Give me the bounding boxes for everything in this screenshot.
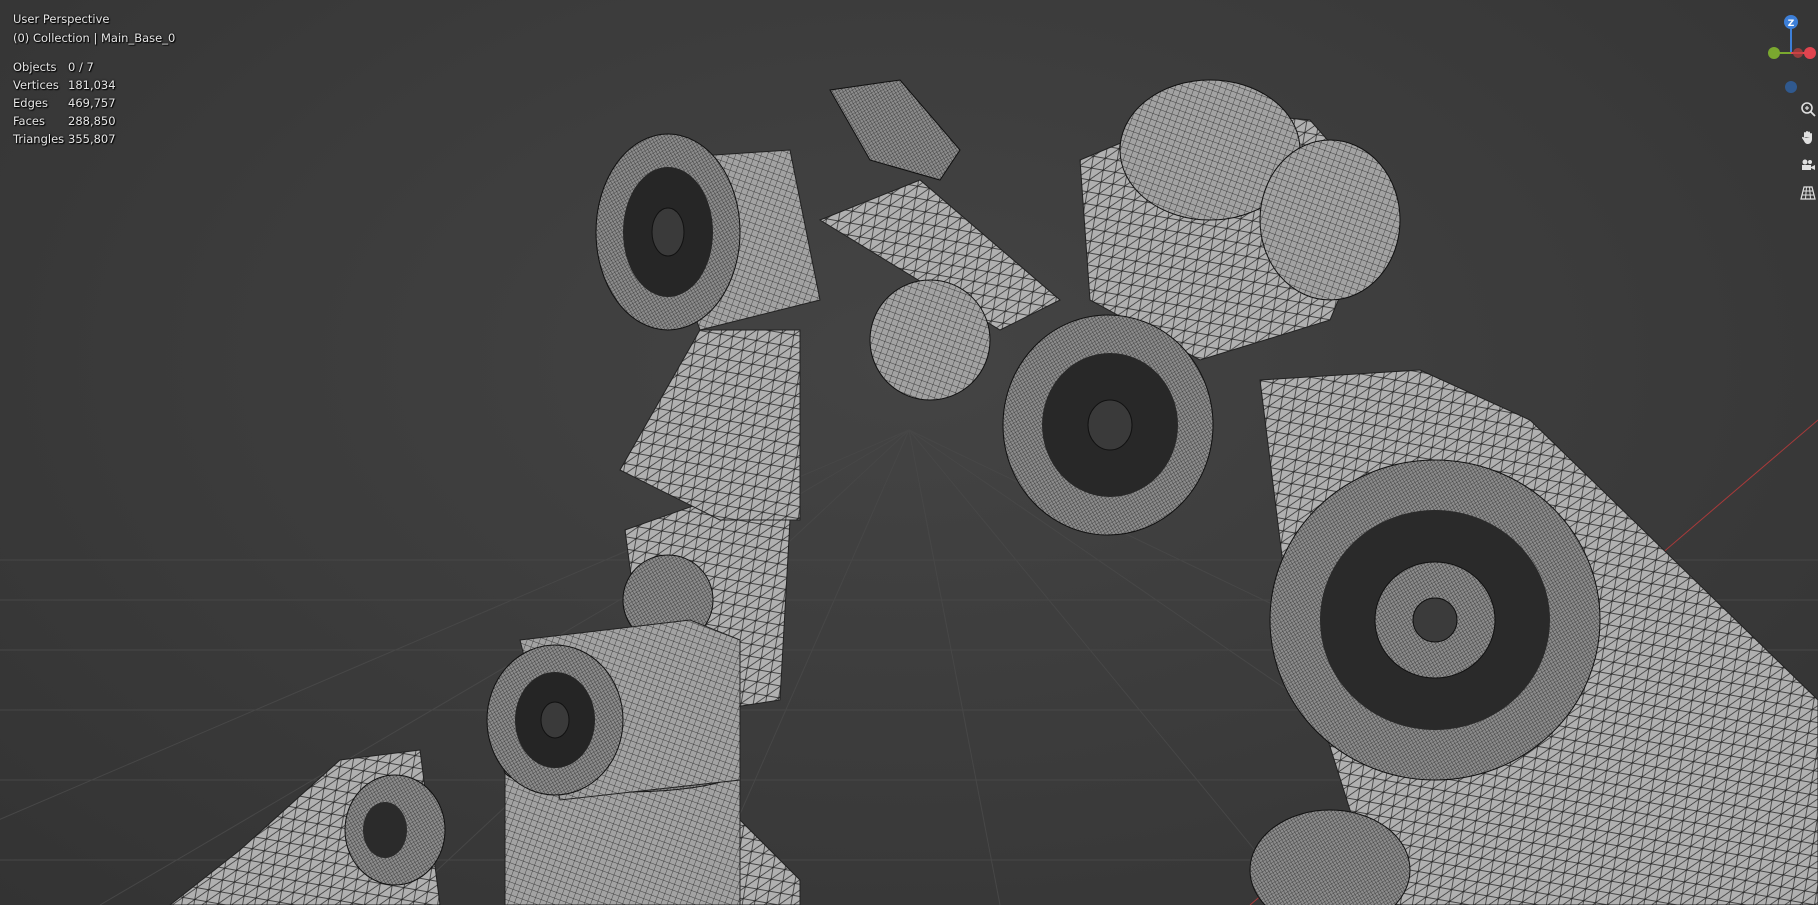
stat-value: 288,850 [68,114,116,128]
robot-right-arm [1249,369,1818,905]
stat-label: Edges [13,96,48,110]
zoom-icon[interactable] [1798,96,1818,122]
stat-label: Triangles [13,132,65,146]
stat-value: 355,807 [68,132,116,146]
stat-label: Objects [13,60,57,74]
gizmo-neg-z-axis [1785,81,1797,93]
scene-render [0,79,1818,905]
hand-pan-icon[interactable] [1798,124,1818,150]
stat-row-faces: Faces 288,850 [13,114,116,132]
robot-upper-joint-left [595,79,1061,401]
stat-value: 181,034 [68,78,116,92]
gizmo-neg-y-axis [1793,48,1803,58]
gizmo-y-axis [1768,47,1780,59]
stat-row-triangles: Triangles 355,807 [13,132,116,150]
stat-row-vertices: Vertices 181,034 [13,78,116,96]
grid-perspective-icon[interactable] [1798,180,1818,206]
navigation-gizmo[interactable]: Z [1746,8,1818,108]
stat-row-objects: Objects 0 / 7 [13,60,116,78]
gizmo-z-label: Z [1788,19,1795,29]
stat-row-edges: Edges 469,757 [13,96,116,114]
collection-info-label: (0) Collection | Main_Base_0 [13,31,176,45]
stat-label: Vertices [13,78,59,92]
camera-icon[interactable] [1798,152,1818,178]
3d-viewport[interactable]: User Perspective (0) Collection | Main_B… [0,0,1818,905]
gizmo-x-axis [1804,47,1816,59]
view-name-label: User Perspective [13,12,110,26]
stat-label: Faces [13,114,45,128]
robot-lower-arm [486,329,801,801]
stat-value: 0 / 7 [68,60,94,74]
statistics-overlay: Objects 0 / 7 Vertices 181,034 Edges 469… [13,60,116,150]
stat-value: 469,757 [68,96,116,110]
